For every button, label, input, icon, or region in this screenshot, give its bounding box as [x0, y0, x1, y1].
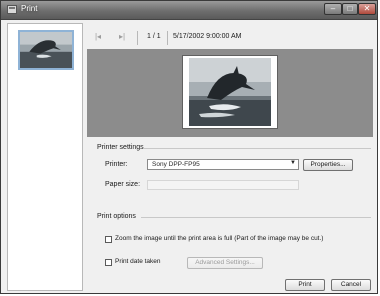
image-timestamp: 5/17/2002 9:00:00 AM [173, 33, 242, 40]
preview-paper [182, 55, 278, 129]
printer-select-value: Sony DPP-FP95 [152, 161, 200, 168]
section-divider [143, 148, 371, 149]
printer-app-icon [7, 5, 17, 14]
properties-button[interactable]: Properties... [303, 159, 353, 171]
close-button[interactable]: ✕ [358, 3, 376, 15]
toolbar-separator [167, 31, 168, 45]
print-button[interactable]: Print [285, 279, 325, 291]
printer-select[interactable]: Sony DPP-FP95 ▼ [147, 159, 299, 170]
skip-to-first-icon[interactable]: |◂ [93, 32, 103, 42]
zoom-checkbox-label: Zoom the image until the print area is f… [115, 235, 324, 242]
zoom-checkbox[interactable] [105, 236, 112, 243]
cancel-button[interactable]: Cancel [331, 279, 371, 291]
print-options-heading: Print options [97, 213, 136, 220]
preview-image [189, 58, 271, 126]
dolphin-preview-image [189, 58, 271, 126]
paper-size-field[interactable] [147, 180, 299, 190]
print-date-checkbox[interactable] [105, 259, 112, 266]
toolbar-separator [137, 31, 138, 45]
preview-toolbar: |◂ ▸| 1 / 1 5/17/2002 9:00:00 AM [87, 29, 373, 49]
image-thumbnail[interactable] [18, 30, 74, 70]
print-date-label: Print date taken [115, 258, 161, 265]
page-count: 1 / 1 [147, 33, 161, 40]
chevron-down-icon: ▼ [290, 160, 296, 166]
dolphin-thumbnail-image [20, 32, 72, 68]
section-divider [141, 217, 371, 218]
paper-size-label: Paper size: [105, 181, 141, 188]
thumbnail-pane [7, 23, 83, 291]
print-preview-area [87, 49, 373, 137]
advanced-settings-button[interactable]: Advanced Settings... [187, 257, 263, 269]
window-title: Print [21, 4, 38, 13]
printer-settings-heading: Printer settings [97, 144, 144, 151]
print-dialog: Print – □ ✕ |◂ ▸| 1 / 1 5/17/2002 9:00:0… [0, 0, 378, 294]
maximize-button[interactable]: □ [342, 3, 358, 15]
title-bar[interactable]: Print – □ ✕ [1, 1, 377, 20]
minimize-button[interactable]: – [324, 3, 342, 15]
printer-label: Printer: [105, 161, 128, 168]
skip-to-last-icon[interactable]: ▸| [117, 32, 127, 42]
